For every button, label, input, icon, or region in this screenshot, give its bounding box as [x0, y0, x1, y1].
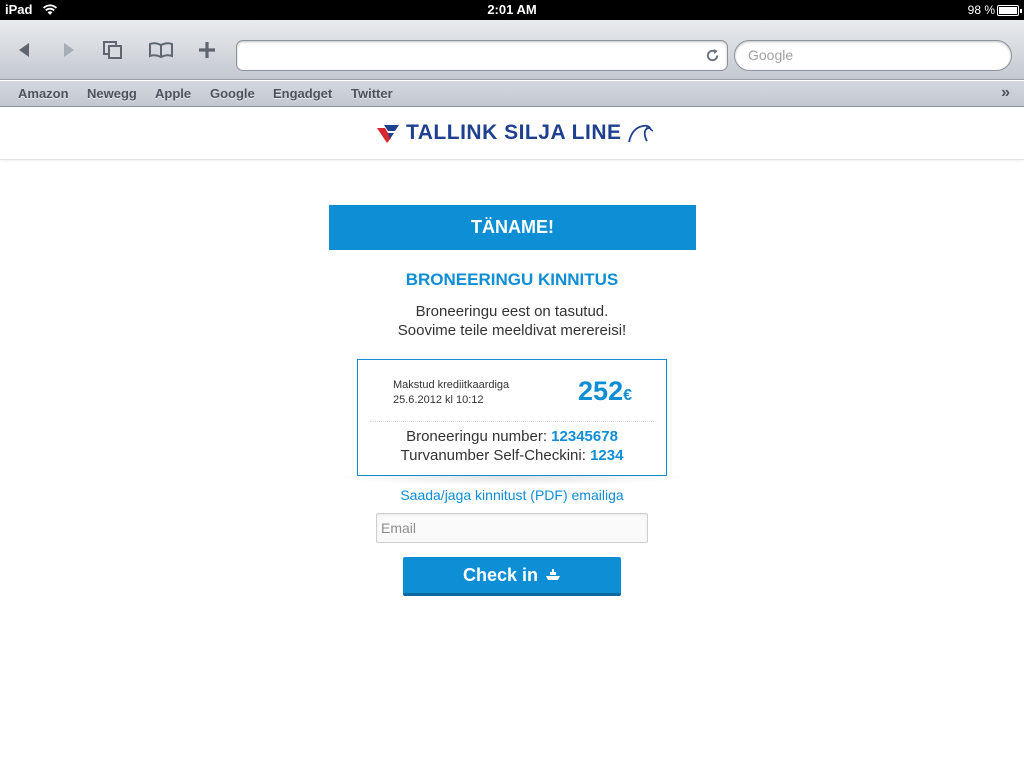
pages-button[interactable]	[99, 39, 127, 61]
share-pdf-link[interactable]: Saada/jaga kinnitust (PDF) emailiga	[0, 487, 1024, 503]
seal-mascot-icon	[627, 124, 653, 143]
amount-value: 252	[578, 376, 624, 406]
bookmark-engadget[interactable]: Engadget	[273, 86, 332, 101]
confirmation-message: Broneeringu eest on tasutud. Soovime tei…	[0, 302, 1024, 340]
site-header: TALLINK SILJA LINE	[0, 108, 1024, 160]
battery-fill	[999, 7, 1017, 14]
card-divider	[370, 421, 654, 422]
check-in-label: Check in	[462, 564, 539, 585]
logo-emblem-icon	[377, 125, 399, 143]
back-button[interactable]	[10, 39, 38, 61]
message-line-2: Soovime teile meeldivat merereisi!	[397, 322, 627, 339]
clock: 2:01 AM	[487, 2, 537, 17]
bookmark-newegg[interactable]: Newegg	[87, 86, 137, 101]
add-bookmark-button[interactable]	[193, 39, 221, 61]
card-shadow	[330, 476, 694, 486]
search-input[interactable]	[748, 47, 998, 63]
status-bar: iPad 2:01 AM 98 %	[0, 0, 1024, 20]
pages-icon	[103, 41, 122, 59]
logo-brand-text: TALLINK SILJA LINE	[406, 121, 622, 144]
back-arrow-icon	[19, 43, 29, 57]
battery-icon	[997, 5, 1022, 16]
forward-button[interactable]	[55, 39, 83, 61]
security-number-row: Turvanumber Self-Checkini: 1234	[358, 447, 666, 464]
forward-arrow-icon	[64, 43, 74, 57]
email-field[interactable]	[376, 513, 648, 543]
security-number-value: 1234	[590, 447, 624, 464]
booking-number-value: 12345678	[551, 428, 618, 445]
bookmarks-button[interactable]	[147, 39, 175, 61]
currency-symbol: €	[623, 387, 632, 404]
address-bar[interactable]	[236, 40, 728, 71]
payment-method: Makstud krediitkaardiga	[393, 379, 510, 391]
book-icon	[149, 42, 173, 59]
search-bar[interactable]	[734, 40, 1012, 71]
bookmarks-bar: Amazon Newegg Apple Google Engadget Twit…	[0, 81, 1024, 107]
security-number-label: Turvanumber Self-Checkini:	[400, 447, 586, 464]
plus-icon	[199, 42, 215, 58]
check-in-button[interactable]: Check in	[403, 557, 621, 596]
booking-number-label: Broneeringu number:	[406, 428, 547, 445]
bookmark-twitter[interactable]: Twitter	[351, 86, 393, 101]
more-bookmarks-icon[interactable]: »	[1001, 85, 1010, 101]
site-logo[interactable]: TALLINK SILJA LINE	[376, 120, 654, 146]
payment-date: 25.6.2012 kl 10:12	[393, 394, 484, 406]
bookmark-google[interactable]: Google	[210, 86, 255, 101]
thank-you-banner: TÄNAME!	[329, 205, 696, 250]
bookmark-apple[interactable]: Apple	[155, 86, 191, 101]
page-title: BRONEERINGU KINNITUS	[405, 270, 619, 289]
paid-amount: 252€	[578, 376, 632, 407]
message-line-1: Broneeringu eest on tasutud.	[415, 303, 609, 320]
ship-icon	[546, 569, 561, 580]
payment-summary-card: Makstud krediitkaardiga 25.6.2012 kl 10:…	[357, 359, 667, 476]
browser-toolbar	[0, 20, 1024, 80]
booking-number-row: Broneeringu number: 12345678	[358, 428, 666, 445]
bookmark-amazon[interactable]: Amazon	[18, 86, 69, 101]
reload-icon[interactable]	[705, 48, 720, 63]
battery-percentage: 98 %	[967, 3, 995, 17]
